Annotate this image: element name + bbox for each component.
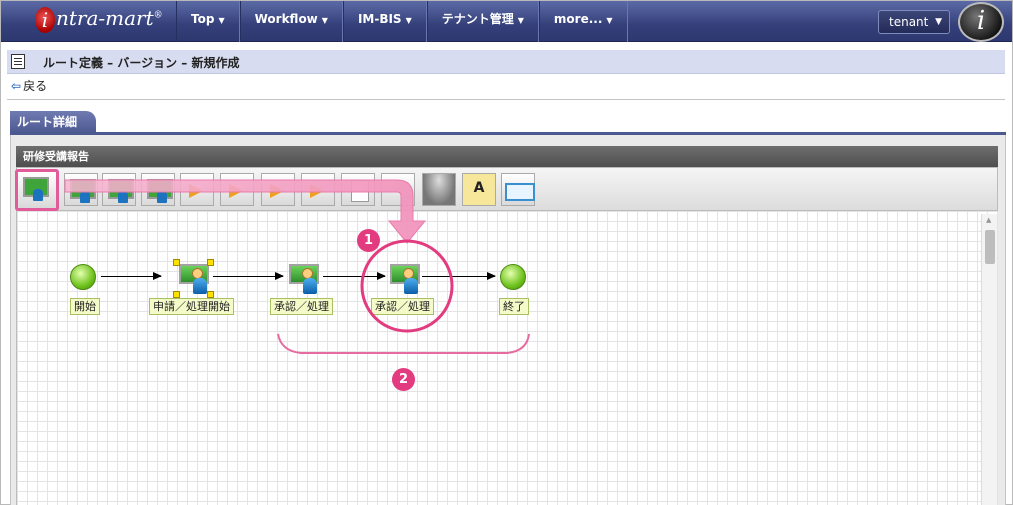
start-node[interactable]: [70, 264, 96, 290]
nav-top[interactable]: Top ▼: [176, 1, 240, 42]
route-toolbar: A: [15, 167, 998, 211]
chevron-down-icon: ▼: [218, 16, 225, 25]
flow-edge[interactable]: [213, 272, 284, 280]
tab-route-detail[interactable]: ルート詳細: [10, 111, 96, 133]
page-title: ルート定義 – バージョン – 新規作成: [43, 56, 240, 70]
user-tool-icon[interactable]: [381, 173, 415, 206]
annotation-badge-2: 2: [392, 368, 415, 391]
back-link[interactable]: ⇦ 戻る: [11, 77, 47, 94]
branch-tool-icon[interactable]: [220, 173, 254, 206]
task-node-tool-icon[interactable]: [102, 173, 136, 206]
intra-mart-logo[interactable]: i ntra-mart®: [35, 6, 163, 33]
selection-handle[interactable]: [173, 291, 180, 298]
flow-edge[interactable]: [101, 272, 162, 280]
logo-i-icon: i: [35, 7, 55, 33]
chevron-down-icon: ▼: [321, 16, 328, 25]
approval-task-node-label: 承認／処理: [270, 298, 333, 315]
chevron-down-icon: ▼: [606, 16, 613, 25]
approval-task-node-new-label: 承認／処理: [371, 298, 434, 315]
apply-task-node[interactable]: [179, 264, 211, 294]
nav-im-bis[interactable]: IM-BIS ▼: [342, 1, 427, 42]
end-node-label: 終了: [499, 298, 529, 315]
route-canvas[interactable]: [16, 211, 998, 505]
nav-tenant-management[interactable]: テナント管理 ▼: [426, 1, 539, 42]
tenant-selector[interactable]: tenant ▼: [878, 10, 950, 34]
vertical-scrollbar[interactable]: ▲: [981, 214, 997, 505]
route-panel-title: 研修受講報告: [16, 146, 998, 167]
join-tool-icon[interactable]: [261, 173, 295, 206]
nav-more[interactable]: more... ▼: [538, 1, 628, 42]
user-avatar-icon[interactable]: i: [958, 2, 1004, 42]
top-navigation-bar: i ntra-mart® Top ▼ Workflow ▼ IM-BIS ▼ テナント管…: [1, 1, 1012, 42]
selection-handle[interactable]: [207, 259, 214, 266]
main-nav: Top ▼ Workflow ▼ IM-BIS ▼ テナント管理 ▼ more... ▼: [176, 1, 628, 42]
task-node-tool-icon[interactable]: [15, 169, 59, 211]
task-node-tool-icon[interactable]: [64, 173, 98, 206]
apply-task-node-label: 申請／処理開始: [149, 298, 234, 315]
selection-handle[interactable]: [207, 291, 214, 298]
start-node-label: 開始: [70, 298, 100, 315]
document-tool-icon[interactable]: [341, 173, 375, 206]
flow-edge[interactable]: [323, 272, 386, 280]
nav-workflow[interactable]: Workflow ▼: [239, 1, 343, 42]
chevron-down-icon: ▼: [517, 16, 524, 25]
chevron-down-icon: ▼: [935, 17, 942, 27]
selection-handle[interactable]: [173, 259, 180, 266]
divider: [7, 99, 1005, 100]
text-tool-icon[interactable]: A: [462, 173, 496, 206]
approval-task-node[interactable]: [289, 264, 321, 294]
back-arrow-icon: ⇦: [11, 79, 22, 93]
annotation-badge-1: 1: [357, 229, 380, 252]
task-node-tool-icon[interactable]: [141, 173, 175, 206]
frame-tool-icon[interactable]: [501, 173, 535, 206]
branch-tool-icon[interactable]: [180, 173, 214, 206]
approval-task-node-new[interactable]: [390, 264, 422, 294]
chevron-down-icon: ▼: [405, 16, 412, 25]
document-icon: [11, 54, 25, 69]
scroll-up-icon[interactable]: ▲: [986, 216, 991, 224]
scrollbar-thumb[interactable]: [985, 230, 995, 264]
end-node[interactable]: [500, 264, 526, 290]
flow-edge[interactable]: [422, 272, 496, 280]
page-header: ルート定義 – バージョン – 新規作成: [7, 50, 1005, 74]
database-tool-icon[interactable]: [422, 173, 456, 206]
join-tool-icon[interactable]: [301, 173, 335, 206]
